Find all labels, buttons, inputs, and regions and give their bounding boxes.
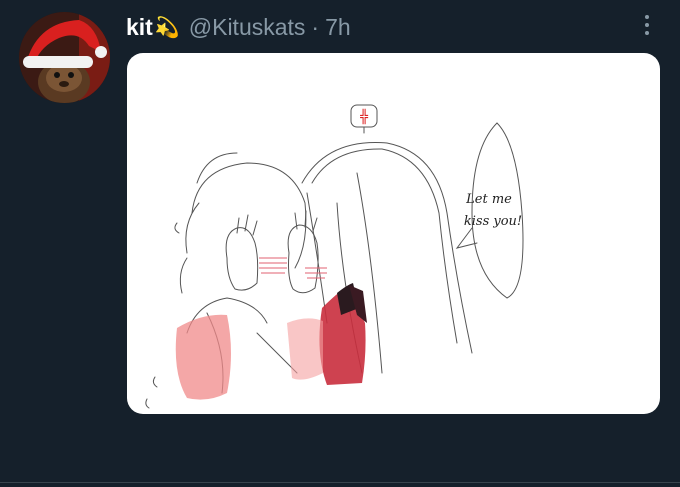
separator-dot: · [311,13,320,40]
timestamp[interactable]: 7h [325,14,351,41]
more-options-icon[interactable] [632,10,662,40]
avatar-image [19,12,110,103]
user-handle[interactable]: @Kituskats [189,14,306,41]
dot [645,23,649,27]
avatar[interactable] [19,12,110,103]
tweet[interactable]: kit 💫 @Kituskats · 7h ╬ Let me kiss you! [0,0,680,487]
divider [0,482,680,483]
dot [645,31,649,35]
dot [645,15,649,19]
tweet-header: kit 💫 @Kituskats · 7h [126,12,351,42]
tweet-media-image[interactable]: ╬ Let me kiss you! [127,53,660,414]
dizzy-emoji-icon: 💫 [154,16,180,39]
display-name[interactable]: kit [126,14,153,41]
speech-line-2: kiss you! [464,214,522,229]
anger-symbol: ╬ [359,108,368,125]
speech-line-1: Let me [465,192,512,207]
sketch-illustration: ╬ Let me kiss you! [145,104,524,409]
